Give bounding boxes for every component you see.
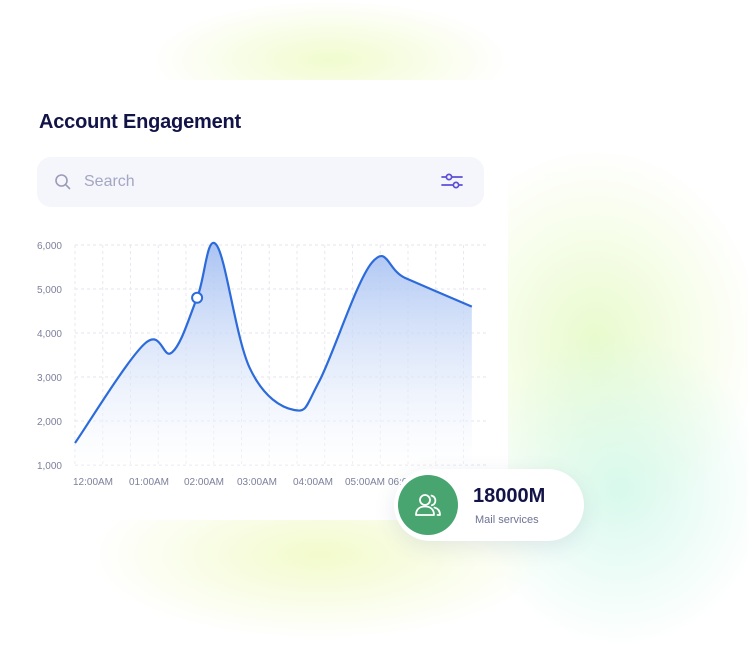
stat-value: 18000M	[473, 485, 546, 507]
x-tick-label: 01:00AM	[129, 477, 169, 488]
users-icon	[415, 494, 441, 516]
x-tick-label: 04:00AM	[293, 477, 333, 488]
y-tick-label: 4,000	[37, 329, 62, 340]
x-tick-label: 05:00AM	[345, 477, 385, 488]
x-tick-label: 02:00AM	[184, 477, 224, 488]
engagement-chart: 6,000 5,000 4,000 3,000 2,000 1,000 12:00AM 01:…	[37, 241, 487, 488]
x-tick-label: 03:00AM	[237, 477, 277, 488]
stat-label: Mail services	[475, 514, 539, 526]
y-tick-label: 3,000	[37, 373, 62, 384]
y-tick-label: 6,000	[37, 241, 62, 252]
y-tick-label: 5,000	[37, 285, 62, 296]
y-tick-label: 2,000	[37, 417, 62, 428]
y-tick-label: 1,000	[37, 461, 62, 472]
x-tick-label: 12:00AM	[73, 477, 113, 488]
highlight-point	[191, 291, 204, 304]
